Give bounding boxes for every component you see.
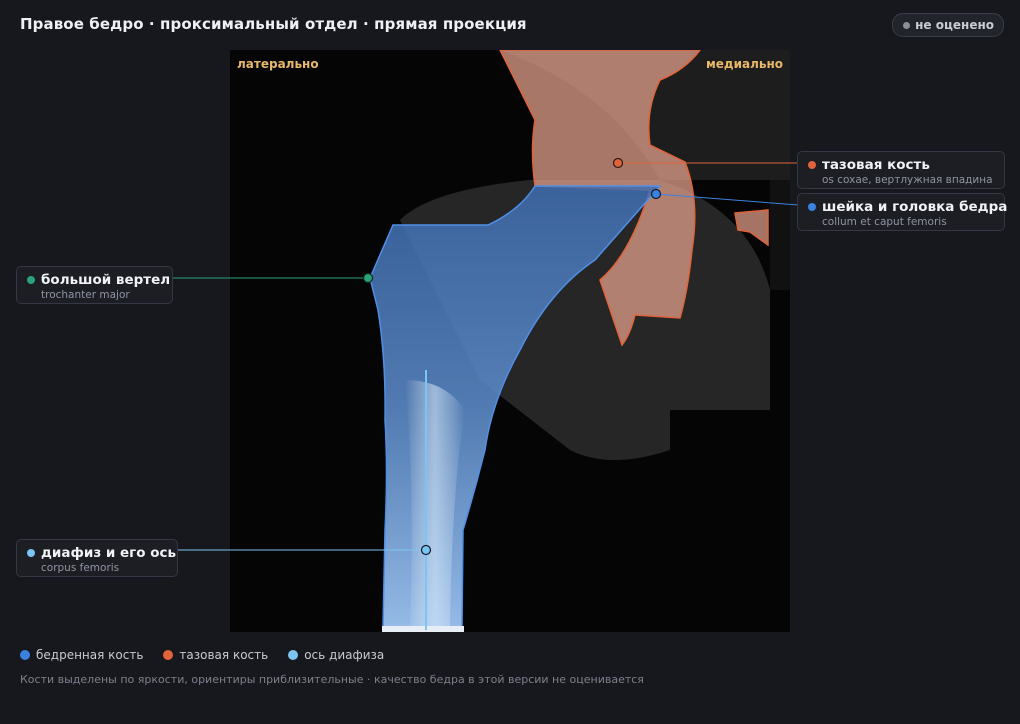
legend-pelvis-label: тазовая кость [179,648,269,662]
label-shaft-name: диафиз и его ось [41,545,177,561]
legend-axis-dot-icon [288,650,299,660]
legend-femur-dot-icon [20,650,30,660]
shaft-dot-icon [27,549,35,557]
label-pelvis-name: тазовая кость [822,157,930,173]
label-card-neck[interactable]: шейка и головка бедра collum et caput fe… [797,193,1008,231]
status-badge: не оценено [892,13,1004,37]
orientation-medial: медиально [705,57,783,71]
trochanter-dot-icon [27,276,35,284]
label-card-pelvis[interactable]: тазовая кость os coxae, вертлужная впади… [797,151,1005,189]
orientation-lateral: латерально [237,57,319,71]
legend-item-pelvis: тазовая кость [163,648,268,662]
footnote: Кости выделены по яркости, ориентиры при… [20,673,644,686]
xray-image [230,50,790,632]
label-trochanter-latin: trochanter major [41,289,130,301]
label-shaft-latin: corpus femoris [41,562,120,574]
legend: бедренная кость тазовая кость ось диафиз… [20,648,384,662]
status-label: не оценено [915,18,994,32]
label-card-trochanter[interactable]: большой вертел trochanter major [16,266,173,304]
label-neck-name: шейка и головка бедра [822,199,1008,215]
label-card-shaft[interactable]: диафиз и его ось corpus femoris [16,539,178,577]
label-pelvis-latin: os coxae, вертлужная впадина [822,174,993,186]
page-title: Правое бедро · проксимальный отдел · пря… [20,15,527,33]
legend-femur-label: бедренная кость [36,648,144,662]
neck-dot-icon [808,203,816,211]
label-neck-latin: collum et caput femoris [822,216,947,228]
status-dot-icon [903,21,911,29]
femur-cut-edge [382,626,464,632]
legend-pelvis-dot-icon [163,650,174,660]
pelvis-dot-icon [808,161,816,169]
legend-item-axis: ось диафиза [288,648,384,662]
legend-axis-label: ось диафиза [304,648,385,662]
label-trochanter-name: большой вертел [41,272,171,288]
xray-viewer[interactable]: латерально медиально [230,50,790,632]
legend-item-femur: бедренная кость [20,648,143,662]
